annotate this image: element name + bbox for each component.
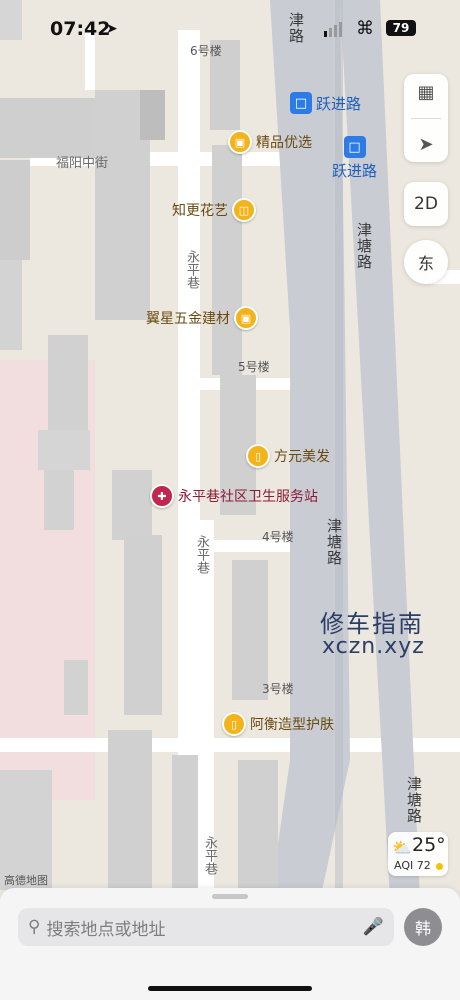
bus-stop-label: 跃进路 (332, 162, 378, 180)
salon-icon: ▯ (246, 444, 270, 468)
poi-label: 知更花艺 (172, 203, 228, 219)
view-mode-button[interactable]: 2D (404, 182, 448, 226)
poi-fangyuan[interactable]: ▯ 方元美发 (246, 444, 330, 468)
weather-temperature: 25° (412, 834, 446, 856)
poi-label: 方元美发 (274, 449, 330, 465)
medical-cross-icon: ✚ (150, 484, 174, 508)
home-indicator (148, 986, 312, 991)
wifi-icon: ⌘ (356, 18, 374, 39)
poi-aheng[interactable]: ▯ 阿衡造型护肤 (222, 712, 334, 736)
location-services-icon: ➤ (106, 21, 118, 37)
poi-zhigeng[interactable]: 知更花艺 ◫ (172, 198, 256, 222)
road-label-jintang: 津塘路 (325, 518, 343, 566)
status-time: 07:42 (50, 18, 111, 40)
partly-cloudy-icon: ⛅ (392, 838, 412, 857)
compass-button[interactable]: 东 (404, 240, 448, 284)
poi-jingpin[interactable]: ▣ 精品优选 (228, 130, 312, 154)
road-label-jintang: 津塘路 (405, 776, 423, 824)
road-label-yongping: 永平巷 (202, 836, 217, 875)
battery-indicator: 79 (386, 20, 416, 36)
bus-stop-yuejin[interactable]: □ 跃进路 (290, 92, 361, 114)
watermark-url: xczn.xyz (322, 634, 425, 659)
map-controls-group: ▦ ➤ (404, 74, 448, 162)
shopping-bag-icon: ▣ (228, 130, 252, 154)
search-icon: ⚲ (28, 917, 41, 937)
road-label-jintang: 津塘路 (355, 222, 373, 270)
road-label-yongping: 永平巷 (194, 535, 209, 574)
bottom-sheet[interactable]: ⚲ 搜索地点或地址 🎤 韩 (0, 888, 460, 1000)
building-label-3: 3号楼 (262, 682, 294, 696)
bus-stop-label: 跃进路 (316, 94, 362, 113)
shopping-bag-icon: ▣ (234, 306, 258, 330)
building-label-4: 4号楼 (262, 530, 294, 544)
road-label-fuyang: 福阳中街 (56, 156, 109, 171)
weather-widget[interactable]: ⛅ 25° AQI 72 (388, 832, 448, 876)
road-label-yongping: 永平巷 (184, 250, 199, 289)
basket-icon: ◫ (232, 198, 256, 222)
map-mode-icon[interactable]: ▦ (417, 82, 434, 103)
compass-direction: 东 (417, 254, 434, 273)
divider (411, 117, 441, 119)
map-provider-logo: 高德地图 (4, 874, 48, 887)
sheet-grabber[interactable] (212, 894, 248, 899)
poi-label: 精品优选 (256, 135, 312, 151)
poi-label: 翼星五金建材 (146, 311, 230, 327)
avatar[interactable]: 韩 (404, 908, 442, 946)
microphone-icon[interactable]: 🎤 (363, 917, 384, 937)
poi-yixing[interactable]: 翼星五金建材 ▣ (146, 306, 258, 330)
status-bar: 07:42 ➤ ⌘ 79 (0, 0, 460, 60)
search-bar[interactable]: ⚲ 搜索地点或地址 🎤 (18, 908, 394, 946)
bus-stop-yuejin[interactable]: □ 跃进路 (332, 136, 377, 181)
poi-label: 永平巷社区卫生服务站 (178, 489, 318, 505)
aqi-dot-icon (436, 863, 443, 870)
poi-clinic[interactable]: ✚ 永平巷社区卫生服务站 (150, 484, 318, 508)
building-label-5: 5号楼 (238, 360, 270, 374)
bus-icon: □ (290, 92, 312, 114)
salon-icon: ▯ (222, 712, 246, 736)
search-placeholder: 搜索地点或地址 (46, 919, 166, 940)
location-arrow-icon[interactable]: ➤ (418, 134, 433, 155)
battery-level: 79 (392, 21, 410, 35)
weather-aqi: AQI 72 (394, 859, 431, 872)
bus-icon: □ (343, 136, 366, 158)
cellular-signal-icon (324, 22, 342, 37)
poi-label: 阿衡造型护肤 (250, 717, 334, 733)
